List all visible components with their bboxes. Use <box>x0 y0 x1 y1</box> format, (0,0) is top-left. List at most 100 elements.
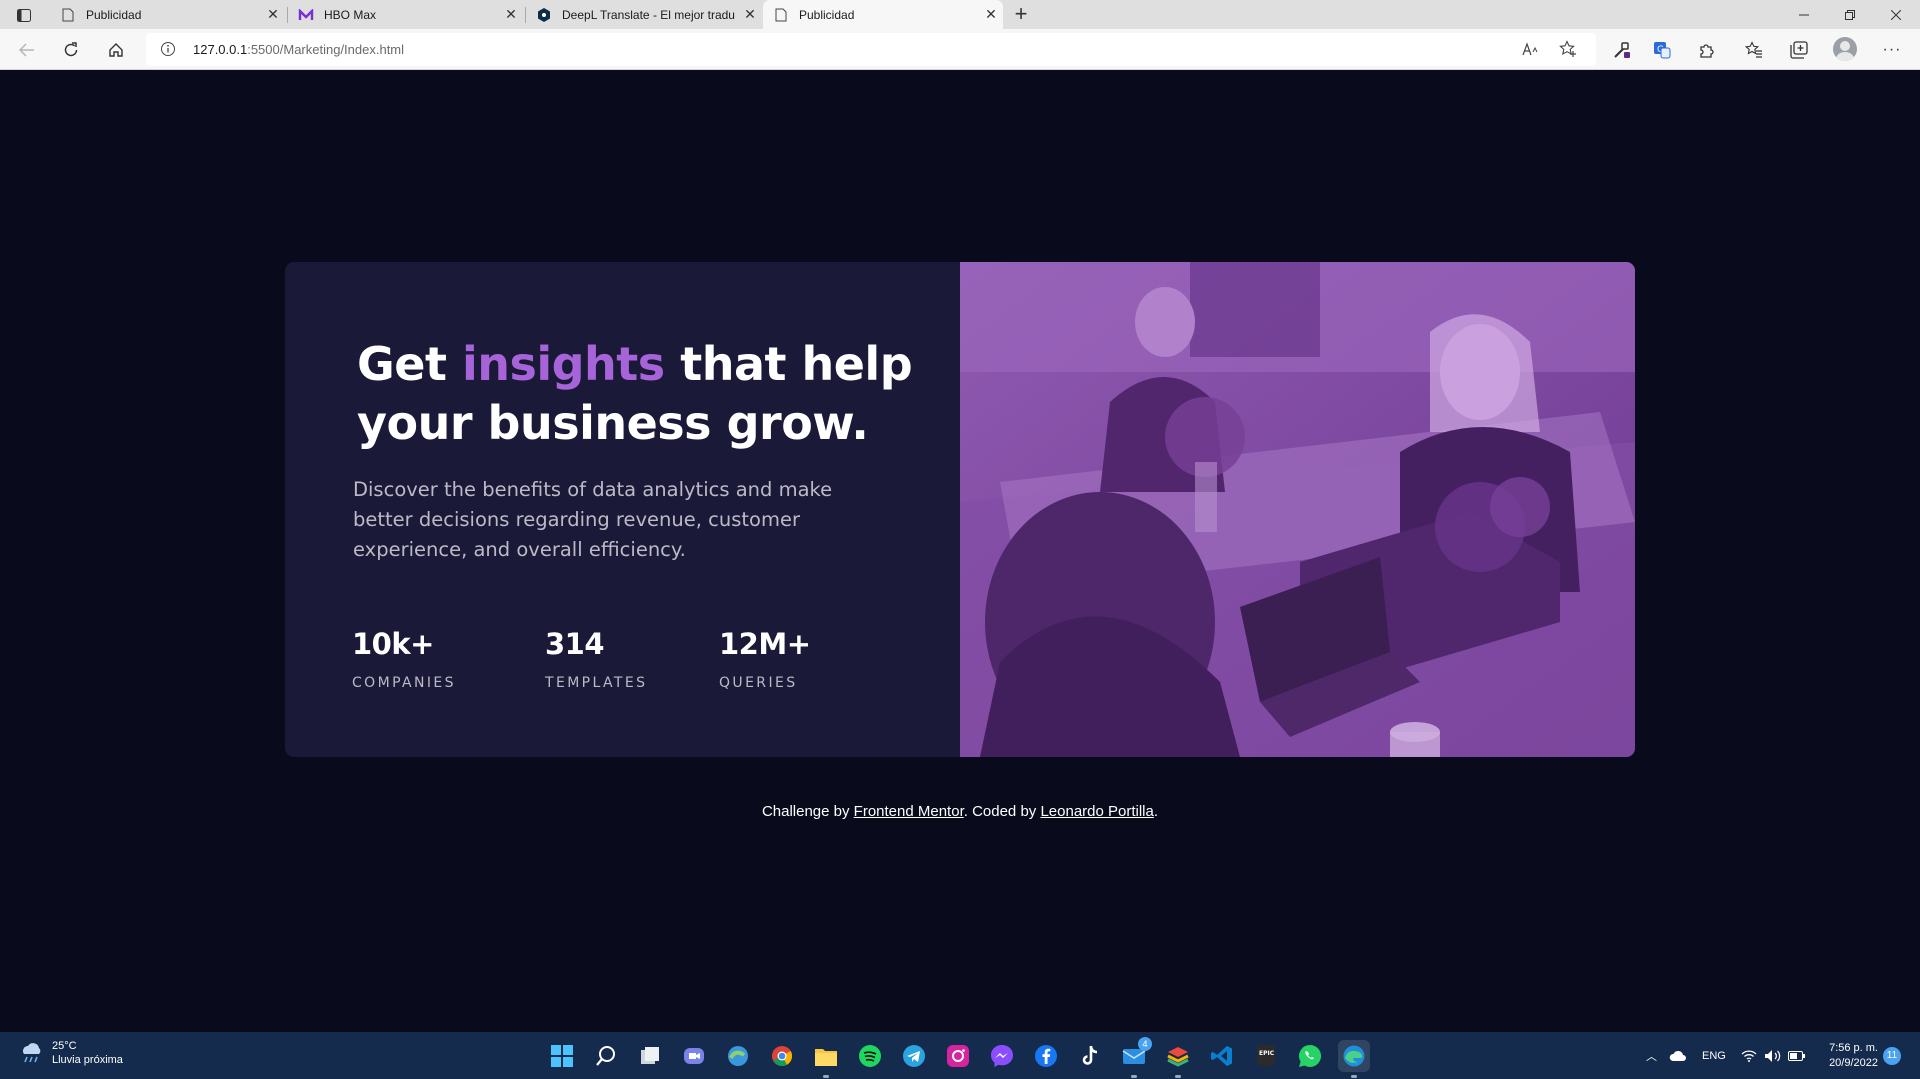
page-icon <box>773 7 789 23</box>
page-viewport: Get insights that help your business gro… <box>0 70 1920 1032</box>
stat-companies: 10k+ COMPANIES <box>352 627 456 691</box>
stat-label: QUERIES <box>719 675 798 691</box>
close-tab-icon[interactable]: ✕ <box>979 6 1003 23</box>
author-link[interactable]: Leonardo Portilla <box>1040 803 1153 820</box>
messenger-icon[interactable] <box>986 1040 1018 1072</box>
stats-preview-card: Get insights that help your business gro… <box>285 262 1635 757</box>
settings-menu-button[interactable]: ··· <box>1879 37 1905 63</box>
file-explorer-icon[interactable] <box>810 1040 842 1078</box>
attribution-middle: . Coded by <box>963 803 1041 820</box>
weather-widget[interactable]: 25°C Lluvia próxima <box>18 1040 123 1066</box>
tab-label: HBO Max <box>324 7 377 22</box>
stat-templates: 314 TEMPLATES <box>545 627 647 691</box>
read-aloud-icon[interactable] <box>1521 39 1541 59</box>
favorites-list-icon <box>1745 41 1762 58</box>
teams-chat-icon[interactable] <box>678 1040 710 1072</box>
back-arrow-icon <box>19 43 34 57</box>
clock-date: 20/9/2022 <box>1829 1057 1878 1069</box>
profile-avatar[interactable] <box>1833 37 1857 61</box>
favorites-button[interactable] <box>1741 37 1767 63</box>
windows-start-icon[interactable] <box>546 1040 578 1072</box>
translate-icon: G <box>1654 42 1671 59</box>
tab-label: DeepL Translate - El mejor tradu <box>562 7 735 22</box>
close-tab-icon[interactable]: ✕ <box>261 6 285 23</box>
battery-icon[interactable] <box>1788 1032 1806 1079</box>
tab-strip: Publicidad ✕ HBO Max ✕ DeepL Translate -… <box>0 0 1920 29</box>
office-team-image <box>960 262 1635 757</box>
tab-actions-icon[interactable] <box>12 6 36 24</box>
weather-condition: Lluvia próxima <box>52 1054 123 1066</box>
close-window-button[interactable] <box>1873 0 1919 29</box>
page-icon <box>60 7 76 23</box>
show-hidden-icons[interactable]: ︿ <box>1646 1032 1657 1079</box>
card-text-section: Get insights that help your business gro… <box>285 262 960 757</box>
url-text[interactable]: 127.0.0.1:5500/Marketing/Index.html <box>193 42 404 57</box>
close-icon <box>1891 9 1901 20</box>
tab-deepl[interactable]: DeepL Translate - El mejor tradu ✕ <box>526 0 762 29</box>
puzzle-icon <box>1700 44 1714 58</box>
close-tab-icon[interactable]: ✕ <box>499 6 523 23</box>
collections-button[interactable] <box>1786 37 1812 63</box>
stat-queries: 12M+ QUERIES <box>719 627 811 691</box>
hero-description: Discover the benefits of data analytics … <box>353 478 833 561</box>
tools-extension-icon <box>1614 42 1630 58</box>
edge-icon[interactable] <box>1338 1040 1370 1078</box>
tab-publicidad-active[interactable]: Publicidad ✕ <box>763 0 1003 29</box>
stat-value: 314 <box>545 627 605 661</box>
rain-cloud-icon <box>23 1043 41 1063</box>
tiktok-icon[interactable] <box>1074 1040 1106 1072</box>
headline-accent: insights <box>461 337 665 391</box>
refresh-button[interactable] <box>58 37 84 63</box>
notification-count-badge[interactable]: 11 <box>1883 1047 1901 1065</box>
vscode-icon[interactable] <box>1206 1040 1238 1072</box>
spotify-icon[interactable] <box>854 1040 886 1072</box>
new-tab-button[interactable]: + <box>1008 2 1034 28</box>
mail-icon[interactable]: 4 <box>1118 1037 1152 1078</box>
weather-temperature: 25°C <box>52 1040 77 1052</box>
minimize-icon <box>1799 14 1809 15</box>
restore-icon <box>1845 9 1855 20</box>
restore-button[interactable] <box>1827 0 1873 29</box>
language-indicator[interactable]: ENG <box>1702 1032 1726 1079</box>
facebook-icon[interactable] <box>1030 1040 1062 1072</box>
headline-start: Get <box>357 337 462 391</box>
close-tab-icon[interactable]: ✕ <box>738 6 762 23</box>
frontend-mentor-link[interactable]: Frontend Mentor <box>854 803 964 820</box>
add-favorite-icon[interactable] <box>1558 39 1578 59</box>
browser-toolbar: 127.0.0.1:5500/Marketing/Index.html G ··… <box>0 29 1920 70</box>
hero-headline: Get insights that help your business gro… <box>357 335 917 453</box>
system-clock[interactable]: 7:56 p. m. 20/9/2022 <box>1818 1041 1878 1071</box>
back-button[interactable] <box>14 37 40 63</box>
whatsapp-icon[interactable] <box>1294 1040 1326 1072</box>
attribution: Challenge by Frontend Mentor. Coded by L… <box>0 803 1920 820</box>
extension-button-tools[interactable] <box>1609 37 1635 63</box>
tab-hbo-max[interactable]: HBO Max ✕ <box>288 0 523 29</box>
chevron-up-icon: ︿ <box>1646 1050 1657 1063</box>
wifi-icon[interactable] <box>1741 1032 1757 1079</box>
telegram-icon[interactable] <box>898 1040 930 1072</box>
bluestacks-icon[interactable] <box>1162 1040 1194 1078</box>
onedrive-icon[interactable] <box>1669 1032 1687 1079</box>
tab-label: Publicidad <box>86 7 142 22</box>
office-team-illustration <box>960 262 1635 757</box>
instagram-icon[interactable] <box>942 1040 974 1072</box>
tab-label: Publicidad <box>799 7 855 22</box>
minimize-button[interactable] <box>1781 0 1827 29</box>
extensions-button[interactable] <box>1694 37 1720 63</box>
hbo-max-icon <box>298 7 314 23</box>
home-button[interactable] <box>103 37 129 63</box>
chrome-icon[interactable] <box>766 1040 798 1072</box>
url-path: :5500/Marketing/Index.html <box>247 42 405 57</box>
edge-dev-icon[interactable] <box>722 1040 754 1072</box>
epic-games-icon[interactable]: EPIC <box>1250 1040 1282 1072</box>
site-info-icon[interactable] <box>160 41 176 57</box>
tab-publicidad-1[interactable]: Publicidad ✕ <box>50 0 285 29</box>
volume-icon[interactable] <box>1764 1032 1782 1079</box>
address-bar[interactable]: 127.0.0.1:5500/Marketing/Index.html <box>146 33 1596 66</box>
stat-label: COMPANIES <box>352 675 456 691</box>
translate-button[interactable]: G <box>1649 37 1675 63</box>
stat-value: 12M+ <box>719 627 811 661</box>
search-icon[interactable] <box>590 1040 622 1072</box>
home-icon <box>109 43 123 57</box>
task-view-icon[interactable] <box>634 1040 666 1072</box>
